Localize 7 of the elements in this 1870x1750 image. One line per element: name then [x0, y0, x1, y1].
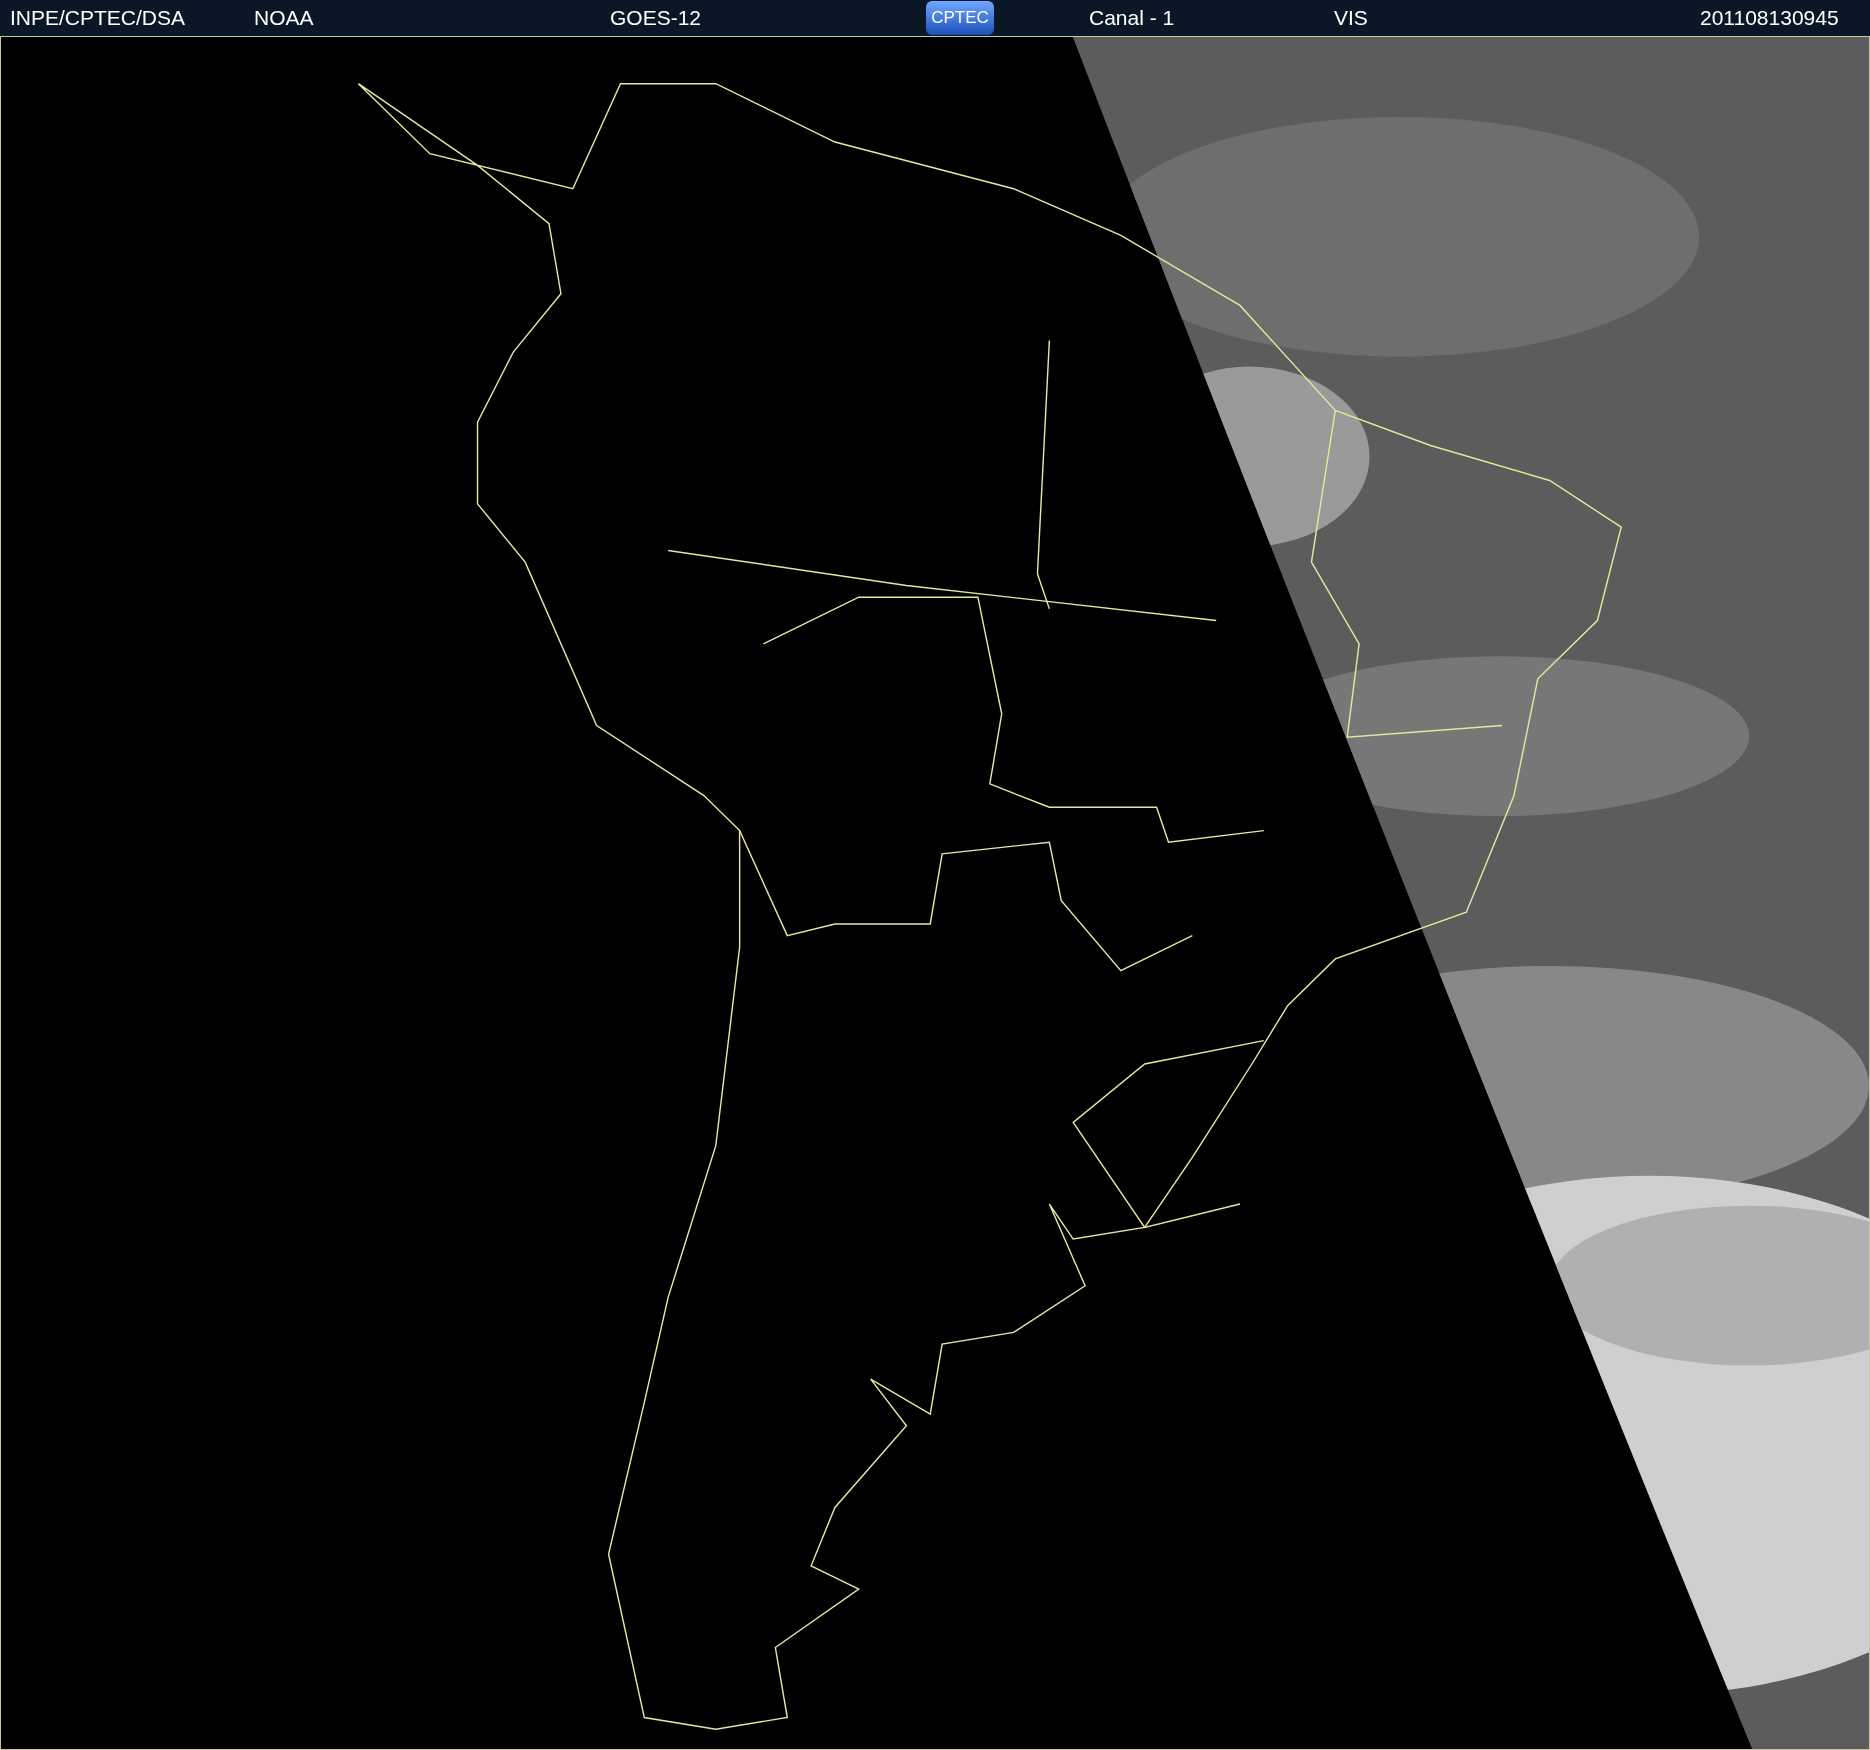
logo: CPTEC [926, 1, 994, 35]
timestamp-label: 201108130945 [1700, 6, 1840, 30]
agency-label: NOAA [254, 6, 315, 30]
band-label: VIS [1334, 6, 1369, 30]
satellite-label: GOES-12 [610, 6, 703, 30]
source-label: INPE/CPTEC/DSA [10, 6, 187, 30]
channel-label: Canal - 1 [1089, 6, 1176, 30]
